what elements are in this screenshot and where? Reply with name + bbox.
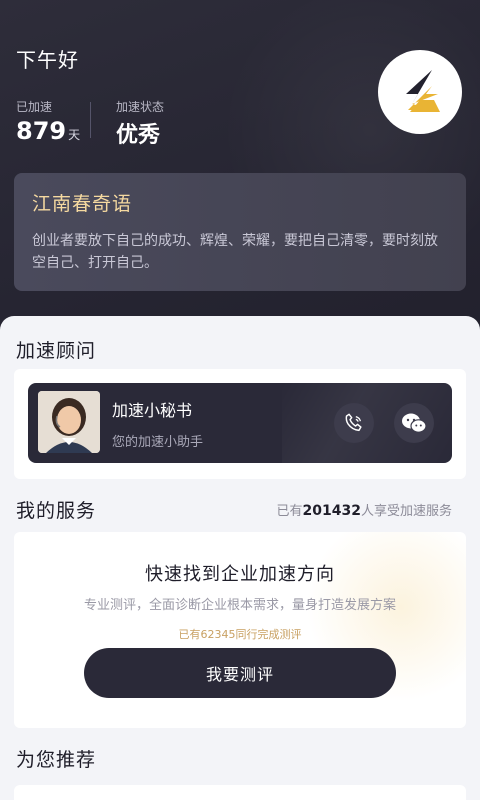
quote-body: 创业者要放下自己的成功、辉煌、荣耀，要把自己清零，要时刻放空自己、打开自己。 bbox=[32, 233, 438, 271]
accelerated-days-label: 已加速 bbox=[16, 100, 53, 114]
advisor-card[interactable]: 加速小秘书 您的加速小助手 bbox=[28, 383, 452, 463]
advisor-name: 加速小秘书 bbox=[112, 401, 193, 420]
services-section-title: 我的服务 bbox=[16, 500, 97, 522]
assessment-title: 快速找到企业加速方向 bbox=[145, 564, 335, 585]
phone-icon bbox=[345, 413, 362, 432]
acceleration-status-stat: 加速状态 优秀 bbox=[116, 98, 164, 149]
services-user-count: 已有201432人享受加速服务 bbox=[276, 503, 452, 519]
recommend-card[interactable] bbox=[14, 785, 466, 800]
quote-title: 江南春奇语 bbox=[32, 193, 133, 215]
advisor-avatar bbox=[38, 391, 100, 453]
wechat-button[interactable] bbox=[394, 403, 434, 443]
call-button[interactable] bbox=[334, 403, 374, 443]
lightning-logo-icon bbox=[406, 70, 440, 112]
acceleration-status-value: 优秀 bbox=[116, 123, 161, 148]
person-avatar-icon bbox=[38, 391, 100, 453]
services-count-number: 201432 bbox=[302, 503, 361, 519]
greeting-text: 下午好 bbox=[16, 48, 79, 72]
accelerated-days-unit: 天 bbox=[68, 128, 81, 142]
hero-header: 下午好 已加速 879 天 加速状态 优秀 江南春奇语 创业者要放下自己的成功、… bbox=[0, 0, 480, 340]
accelerated-days-value: 879 bbox=[16, 117, 67, 145]
wechat-icon bbox=[402, 413, 427, 433]
assessment-description: 专业测评，全面诊断企业根本需求，量身打造发展方案 bbox=[83, 598, 396, 613]
advisor-section: 加速小秘书 您的加速小助手 bbox=[14, 369, 466, 479]
acceleration-status-label: 加速状态 bbox=[116, 100, 165, 114]
recommend-section-title: 为您推荐 bbox=[16, 749, 97, 771]
app-logo[interactable] bbox=[378, 50, 462, 134]
assessment-card: 快速找到企业加速方向 专业测评，全面诊断企业根本需求，量身打造发展方案 已有62… bbox=[14, 532, 466, 728]
advisor-section-title: 加速顾问 bbox=[16, 340, 97, 362]
advisor-subtitle: 您的加速小助手 bbox=[112, 435, 204, 450]
quote-card[interactable]: 江南春奇语 创业者要放下自己的成功、辉煌、荣耀，要把自己清零，要时刻放空自己、打… bbox=[14, 173, 466, 291]
accelerated-days-stat: 已加速 879 天 bbox=[16, 98, 80, 145]
assessment-completed-note: 已有62345同行完成测评 bbox=[178, 628, 302, 641]
stat-divider bbox=[90, 102, 91, 138]
start-assessment-button[interactable]: 我要测评 bbox=[84, 648, 396, 698]
